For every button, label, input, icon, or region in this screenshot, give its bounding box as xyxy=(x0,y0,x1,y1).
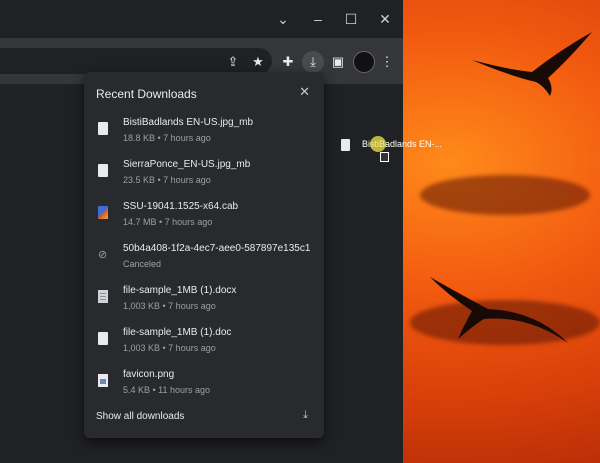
download-name: SierraPonce_EN-US.jpg_mb xyxy=(123,159,251,170)
download-status: 1,003 KB • 7 hours ago xyxy=(123,343,216,353)
download-item[interactable]: ⊘ 50b4a408-1f2a-4ec7-aee0-587897e135c1 C… xyxy=(84,240,324,282)
cursor-highlight xyxy=(370,136,386,152)
download-status: 14.7 MB • 7 hours ago xyxy=(123,217,213,227)
extensions-icon[interactable]: ✚ xyxy=(277,51,299,73)
file-icon xyxy=(98,122,108,135)
canceled-file-icon: ⊘ xyxy=(98,249,108,261)
download-item[interactable]: file-sample_1MB (1).docx 1,003 KB • 7 ho… xyxy=(84,282,324,324)
downloads-title: Recent Downloads xyxy=(96,87,197,101)
download-status: 23.5 KB • 7 hours ago xyxy=(123,175,211,185)
download-status: 5.4 KB • 11 hours ago xyxy=(123,385,211,395)
download-name: favicon.png xyxy=(123,369,175,380)
download-status: 1,003 KB • 7 hours ago xyxy=(123,301,216,311)
document-icon xyxy=(98,290,108,303)
maximize-button[interactable]: ☐ xyxy=(341,10,361,28)
close-icon[interactable]: ✕ xyxy=(299,84,310,100)
bird-silhouette xyxy=(472,32,592,96)
bird-silhouette xyxy=(430,277,568,343)
download-name: SSU-19041.1525-x64.cab xyxy=(123,201,239,212)
download-status: 18.8 KB • 7 hours ago xyxy=(123,133,211,143)
open-downloads-folder-icon[interactable]: ⤓ xyxy=(303,409,308,422)
image-file-icon xyxy=(98,374,108,387)
download-status: Canceled xyxy=(123,259,162,269)
cab-file-icon xyxy=(98,206,108,219)
download-name: BistiBadlands EN-US.jpg_mb xyxy=(123,117,254,128)
dragged-file-icon xyxy=(341,139,350,151)
side-panel-icon[interactable]: ▣ xyxy=(327,51,349,73)
downloads-bubble: Recent Downloads ✕ BistiBadlands EN-US.j… xyxy=(84,72,324,438)
cloud xyxy=(420,175,590,215)
document-icon xyxy=(98,332,108,345)
tab-search-icon[interactable]: ⌄ xyxy=(273,10,293,28)
close-window-button[interactable]: ✕ xyxy=(375,10,395,28)
download-name: 50b4a408-1f2a-4ec7-aee0-587897e135c1 xyxy=(123,243,311,254)
download-item[interactable]: SSU-19041.1525-x64.cab 14.7 MB • 7 hours… xyxy=(84,198,324,240)
download-name: file-sample_1MB (1).docx xyxy=(123,285,237,296)
download-icon[interactable]: ⤓ xyxy=(302,51,324,73)
download-item[interactable]: SierraPonce_EN-US.jpg_mb 23.5 KB • 7 hou… xyxy=(84,156,324,198)
minimize-button[interactable]: – xyxy=(308,10,328,28)
share-icon[interactable]: ⇪ xyxy=(222,51,244,73)
download-name: file-sample_1MB (1).doc xyxy=(123,327,232,338)
title-bar: ⌄ – ☐ ✕ xyxy=(0,0,403,38)
download-item[interactable]: file-sample_1MB (1).doc 1,003 KB • 7 hou… xyxy=(84,324,324,366)
profile-avatar[interactable] xyxy=(353,51,375,73)
download-item[interactable]: favicon.png 5.4 KB • 11 hours ago xyxy=(84,366,324,408)
file-icon xyxy=(98,164,108,177)
show-all-downloads-link[interactable]: Show all downloads xyxy=(96,411,184,422)
bookmark-star-icon[interactable]: ★ xyxy=(247,51,269,73)
download-item[interactable]: BistiBadlands EN-US.jpg_mb 18.8 KB • 7 h… xyxy=(84,114,324,156)
drag-copy-icon xyxy=(380,152,389,162)
menu-icon[interactable]: ⋮ xyxy=(376,51,398,73)
